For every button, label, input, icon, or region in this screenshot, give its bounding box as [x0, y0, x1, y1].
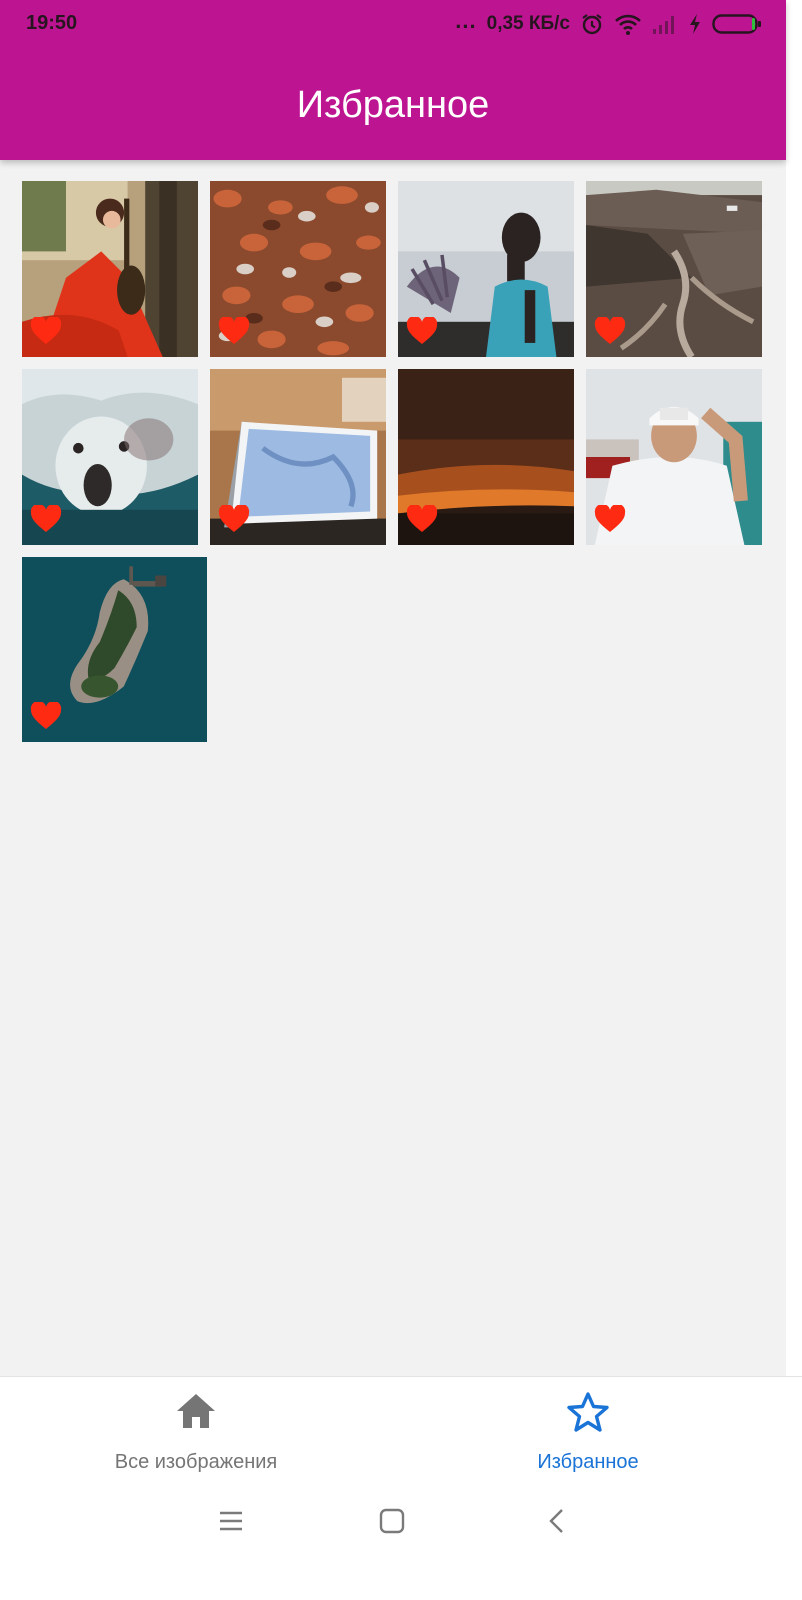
heart-icon[interactable]	[30, 702, 62, 730]
heart-icon[interactable]	[30, 317, 62, 345]
heart-icon[interactable]	[594, 317, 626, 345]
favorite-image[interactable]	[586, 181, 762, 357]
notification-dots: ...	[455, 8, 477, 33]
heart-icon[interactable]	[594, 505, 626, 533]
nav-all-images[interactable]: Все изображения	[46, 1377, 346, 1487]
status-time: 19:50	[26, 12, 78, 34]
nav-all-images-label: Все изображения	[114, 1451, 278, 1473]
alarm-icon	[582, 14, 602, 35]
favorite-image[interactable]	[210, 369, 386, 545]
heart-icon[interactable]	[406, 505, 438, 533]
network-speed: 0,35 КБ/с	[486, 13, 570, 34]
heart-icon[interactable]	[30, 505, 62, 533]
back-icon[interactable]	[545, 1508, 569, 1534]
favorite-image[interactable]	[210, 181, 386, 357]
heart-icon[interactable]	[218, 317, 250, 345]
signal-icon	[653, 16, 674, 34]
home-icon	[177, 1394, 215, 1428]
favorite-image[interactable]	[398, 369, 574, 545]
favorite-image[interactable]	[586, 369, 762, 545]
page-title: Избранное	[296, 84, 490, 126]
system-nav-bar	[0, 1486, 802, 1600]
charging-icon	[690, 14, 700, 34]
star-icon	[567, 1392, 609, 1432]
menu-icon[interactable]	[218, 1508, 244, 1534]
battery-icon	[712, 14, 761, 34]
heart-icon[interactable]	[218, 505, 250, 533]
favorite-image[interactable]	[22, 181, 198, 357]
bottom-navigation: Все изображения Избранное	[0, 1376, 802, 1487]
scroll-track	[786, 0, 802, 1376]
app-bar: 19:50 ... 0,35 КБ/с Избранное	[0, 0, 786, 160]
status-bar: 19:50 ... 0,35 КБ/с	[0, 0, 786, 48]
wifi-icon	[615, 14, 641, 35]
nav-favorites-label: Избранное	[537, 1451, 639, 1473]
favorite-image[interactable]	[22, 369, 198, 545]
favorite-image[interactable]	[22, 557, 207, 742]
favorite-image[interactable]	[398, 181, 574, 357]
heart-icon[interactable]	[406, 317, 438, 345]
home-square-icon[interactable]	[379, 1508, 405, 1534]
nav-favorites[interactable]: Избранное	[438, 1377, 738, 1487]
